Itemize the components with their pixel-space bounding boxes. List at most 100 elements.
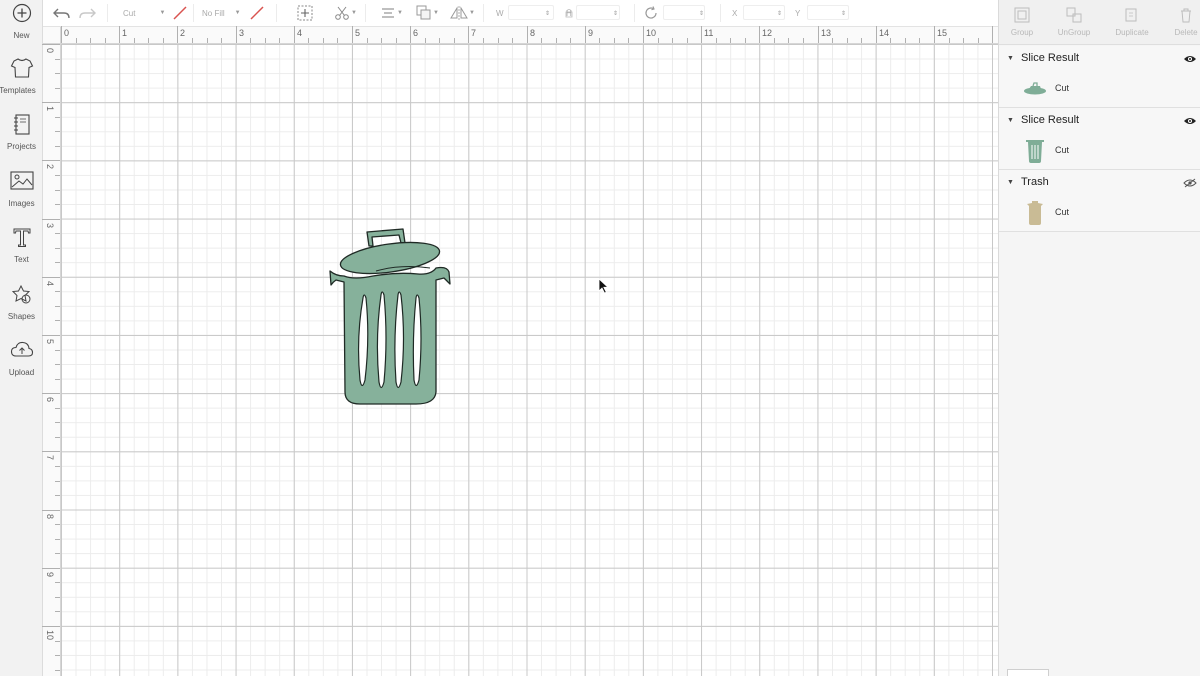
ruler-major-tick [42,335,60,336]
group-label: Group [1010,28,1034,37]
ruler-minor-tick [541,38,542,43]
ruler-left: 0 1 2 3 4 5 6 7 8 9 10 [42,44,61,676]
ruler-top-label: 5 [355,28,361,38]
linetype-color-swatch[interactable] [172,0,188,26]
group-icon [1014,7,1030,23]
ruler-top-label: 2 [180,28,186,38]
delete-button[interactable]: Delete [1161,6,1200,37]
layer-item[interactable]: Cut [999,196,1200,230]
fill-select[interactable]: No Fill ▼ [202,0,241,26]
sidebar-item-shapes[interactable]: Shapes [0,283,42,337]
layer-header[interactable]: ▼ Slice Result [999,46,1200,72]
layer-operation: Cut [1055,83,1070,93]
ruler-minor-tick [55,379,60,380]
select-all-icon [297,5,313,21]
linetype-value: Cut [123,8,136,18]
ruler-top: 0 1 2 3 4 5 6 7 8 9 10 11 12 13 14 15 [61,26,998,44]
layer-header[interactable]: ▼ Trash [999,170,1200,196]
layer-header[interactable]: ▼ Slice Result [999,108,1200,134]
trash-can-shape[interactable] [326,228,452,410]
layer-item[interactable]: Cut [999,134,1200,168]
ungroup-button[interactable]: UnGroup [1049,6,1099,37]
ruler-left-label: 8 [45,514,55,520]
sidebar-item-text[interactable]: Text [0,226,42,280]
y-stepper-icon[interactable]: ⇕ [841,0,846,26]
tshirt-icon [0,57,42,85]
ruler-major-tick [42,102,60,103]
eye-hidden-icon[interactable] [1183,178,1197,188]
sidebar-item-new[interactable]: New [0,2,42,56]
ruler-minor-tick [949,38,950,43]
ruler-major-tick [643,26,644,43]
x-label: X [732,8,738,18]
ruler-minor-tick [55,88,60,89]
align-menu-button[interactable]: ▼ [379,0,403,26]
ruler-corner [43,27,61,44]
layer-group[interactable]: ▼ Slice Result Cut [999,108,1200,170]
sidebar-item-upload[interactable]: Upload [0,339,42,393]
rotate-button[interactable] [643,0,659,26]
image-icon [0,170,42,198]
select-all-button[interactable] [296,0,314,26]
toolbar-divider [483,4,484,22]
ruler-top-label: 11 [704,28,714,38]
layer-item[interactable]: Cut [999,72,1200,106]
ruler-minor-tick [803,38,804,43]
chevron-down-icon: ▼ [234,10,241,16]
ruler-minor-tick [55,582,60,583]
ruler-minor-tick [55,466,60,467]
flip-menu-button[interactable]: ▼ [449,0,475,26]
sidebar-item-images[interactable]: Images [0,170,42,224]
top-toolbar: Cut ▼ No Fill ▼ ▼ ▼ ▼ ▼ W ⇕ H ⇕ ⇕ X ⇕ Y … [43,0,998,27]
ruler-top-label: 8 [530,28,536,38]
chevron-down-icon: ▼ [433,10,439,16]
height-label: H [566,8,572,18]
rotate-stepper-icon[interactable]: ⇕ [699,0,704,26]
expand-triangle-icon[interactable]: ▼ [1007,55,1014,62]
toolbar-divider [365,4,366,22]
arrange-menu-button[interactable]: ▼ [415,0,439,26]
width-stepper-icon[interactable]: ⇕ [545,0,550,26]
ruler-major-tick [42,219,60,220]
layer-group[interactable]: ▼ Slice Result Cut [999,46,1200,108]
sidebar-label-templates: Templates [0,86,36,95]
expand-triangle-icon[interactable]: ▼ [1007,179,1014,186]
duplicate-button[interactable]: Duplicate [1107,6,1157,37]
ruler-minor-tick [978,38,979,43]
ruler-top-label: 0 [64,28,70,38]
x-stepper-icon[interactable]: ⇕ [777,0,782,26]
ruler-major-tick [42,626,60,627]
ungroup-label: UnGroup [1057,28,1091,37]
scissors-icon [335,6,349,20]
canvas-grid[interactable] [61,44,998,676]
ruler-minor-tick [55,73,60,74]
ruler-major-tick [42,568,60,569]
sidebar-item-projects[interactable]: Projects [0,113,42,167]
design-space: New Templates Projects Images Text Shape… [0,0,1200,676]
linetype-select[interactable]: Cut ▼ [123,0,165,26]
ruler-minor-tick [55,204,60,205]
ruler-minor-tick [890,38,891,43]
sidebar-label-text: Text [14,255,29,264]
ruler-minor-tick [832,38,833,43]
ruler-minor-tick [730,38,731,43]
ruler-minor-tick [55,641,60,642]
redo-button[interactable] [77,0,97,26]
eye-icon[interactable] [1183,54,1197,64]
fill-color-swatch[interactable] [249,0,265,26]
panel-bottom-box [1007,669,1049,676]
edit-menu-button[interactable]: ▼ [333,0,357,26]
eye-icon[interactable] [1183,116,1197,126]
sidebar-item-templates[interactable]: Templates [0,57,42,111]
expand-triangle-icon[interactable]: ▼ [1007,117,1014,124]
group-button[interactable]: Group [997,6,1047,37]
layers-panel: Group UnGroup Duplicate Delete ▼ Slice R… [998,0,1200,676]
ruler-left-label: 4 [45,281,55,287]
ruler-minor-tick [55,262,60,263]
ruler-minor-tick [512,38,513,43]
layer-group[interactable]: ▼ Trash Cut [999,170,1200,232]
height-stepper-icon[interactable]: ⇕ [613,0,618,26]
undo-button[interactable] [52,0,72,26]
ruler-minor-tick [55,291,60,292]
sidebar-label-new: New [13,31,30,40]
